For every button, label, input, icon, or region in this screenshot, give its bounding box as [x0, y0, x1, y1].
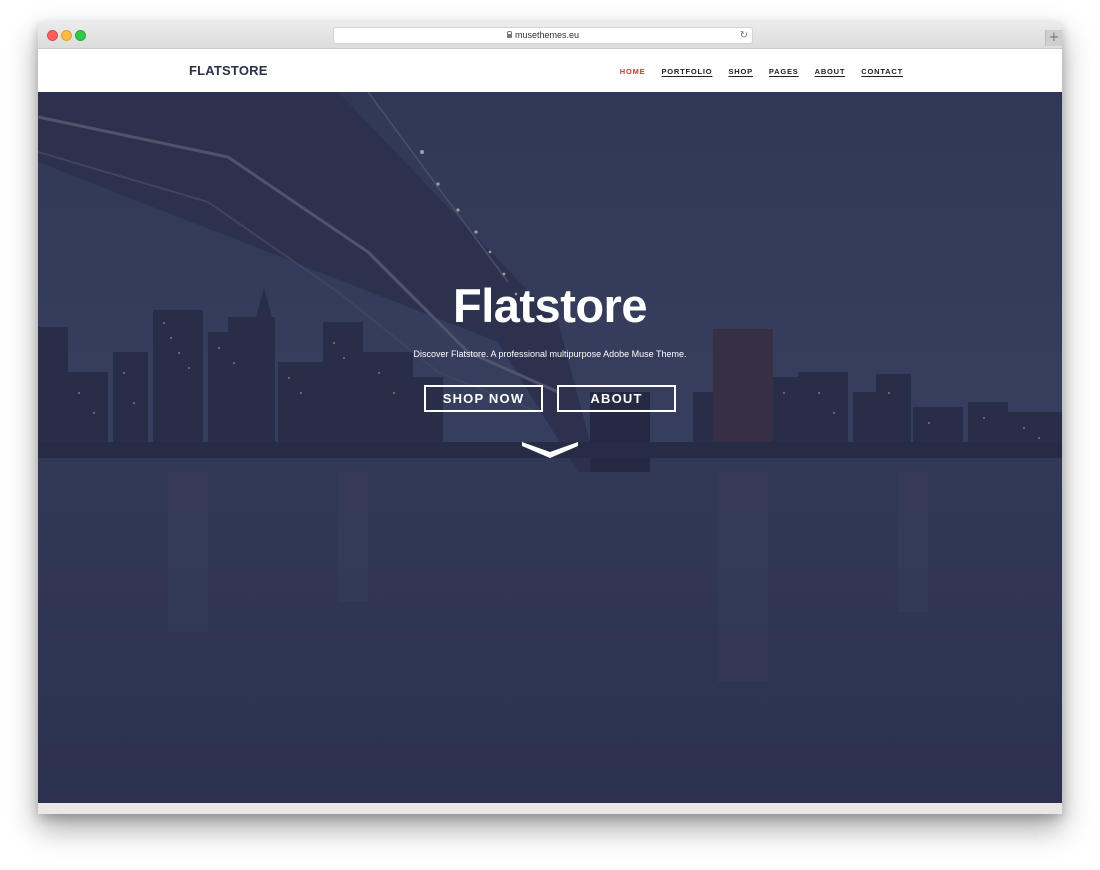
lock-icon — [506, 31, 513, 38]
close-window-button[interactable] — [47, 30, 58, 41]
nav-item-about[interactable]: ABOUT — [815, 67, 846, 76]
shop-now-button[interactable]: SHOP NOW — [424, 385, 543, 412]
nav-item-contact[interactable]: CONTACT — [861, 67, 903, 76]
site-logo[interactable]: FLATSTORE — [189, 63, 268, 78]
hero-content: Flatstore Discover Flatstore. A professi… — [38, 92, 1062, 803]
nav-item-portfolio[interactable]: PORTFOLIO — [661, 67, 712, 76]
hero-title: Flatstore — [453, 279, 648, 332]
address-bar[interactable]: musethemes.eu ↻ — [333, 27, 753, 44]
url-text: musethemes.eu — [514, 30, 580, 40]
zoom-window-button[interactable] — [75, 30, 86, 41]
main-nav: HOME PORTFOLIO SHOP PAGES ABOUT CONTACT — [604, 67, 903, 76]
nav-item-shop[interactable]: SHOP — [728, 67, 752, 76]
nav-item-home[interactable]: HOME — [620, 67, 646, 76]
minimize-window-button[interactable] — [61, 30, 72, 41]
chevron-down-icon[interactable] — [522, 438, 578, 458]
page-bottom-strip — [38, 803, 1062, 814]
nav-item-pages[interactable]: PAGES — [769, 67, 799, 76]
hero-section: Flatstore Discover Flatstore. A professi… — [38, 92, 1062, 803]
reload-icon[interactable]: ↻ — [740, 28, 748, 43]
browser-toolbar: musethemes.eu ↻ + — [38, 22, 1062, 49]
browser-window: musethemes.eu ↻ + FLATSTORE HOME PORTFOL… — [38, 22, 1062, 814]
about-button[interactable]: ABOUT — [557, 385, 676, 412]
site-header: FLATSTORE HOME PORTFOLIO SHOP PAGES ABOU… — [38, 49, 1062, 92]
new-tab-button[interactable]: + — [1045, 30, 1062, 46]
hero-subtitle: Discover Flatstore. A professional multi… — [413, 349, 687, 359]
